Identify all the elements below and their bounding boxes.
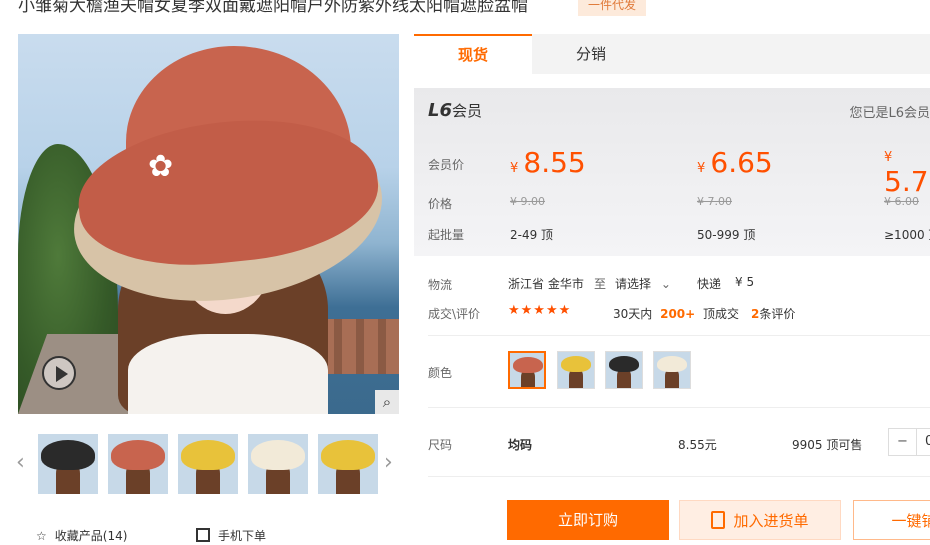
price-tier-2: ¥ 6.65 ¥ 7.00 50-999 顶 bbox=[697, 146, 773, 242]
thumb-prev-icon[interactable]: ‹ bbox=[16, 452, 25, 474]
thumbnail-3[interactable] bbox=[178, 434, 238, 494]
member-level: L6会员 bbox=[428, 100, 482, 121]
member-note: 您已是L6会员 bbox=[849, 106, 930, 121]
tier-member-price: 8.55 bbox=[523, 146, 586, 179]
swatch-hat bbox=[561, 356, 591, 372]
size-value: 均码 bbox=[508, 438, 533, 452]
divider bbox=[428, 476, 930, 477]
image-shirt bbox=[128, 334, 328, 414]
sales-summary: 30天内 200+ 顶成交 bbox=[613, 305, 739, 322]
main-product-image[interactable]: ✿ ⌕ bbox=[18, 34, 399, 414]
color-swatch-4[interactable] bbox=[653, 351, 691, 389]
clipboard-icon bbox=[711, 511, 726, 529]
quantity-stepper[interactable]: − 0 bbox=[888, 428, 930, 456]
thumbnail-hat bbox=[251, 440, 305, 470]
one-click-label: 一键铺 bbox=[891, 512, 930, 530]
thumbnail-hat bbox=[181, 440, 235, 470]
thumbnail-5[interactable] bbox=[318, 434, 378, 494]
thumbnail-hat bbox=[321, 440, 375, 470]
thumbnail-hat bbox=[111, 440, 165, 470]
divider bbox=[428, 407, 930, 408]
tab-distribution[interactable]: 分销 bbox=[532, 34, 650, 74]
color-swatch-1[interactable] bbox=[508, 351, 546, 389]
add-to-cart-label: 加入进货单 bbox=[733, 512, 809, 530]
size-label: 尺码 bbox=[428, 438, 453, 452]
currency-symbol: ¥ bbox=[510, 161, 519, 176]
thumbnail-strip bbox=[38, 434, 378, 494]
swatch-hat bbox=[657, 356, 687, 372]
color-swatch-3[interactable] bbox=[605, 351, 643, 389]
thumb-next-icon[interactable]: › bbox=[384, 452, 393, 474]
currency-symbol: ¥ bbox=[697, 161, 706, 176]
buy-now-button[interactable]: 立即订购 bbox=[507, 500, 669, 540]
review-suffix: 条评价 bbox=[759, 307, 796, 321]
rating-stars: ★★★★★ bbox=[508, 303, 572, 318]
quantity-input[interactable]: 0 bbox=[925, 429, 930, 455]
sales-count: 200+ bbox=[660, 307, 696, 321]
color-swatch-2[interactable] bbox=[557, 351, 595, 389]
daisy-icon: ✿ bbox=[148, 149, 174, 184]
member-price-label: 会员价 bbox=[428, 158, 465, 172]
swatch-hat bbox=[609, 356, 639, 372]
play-icon[interactable] bbox=[42, 356, 76, 390]
logistics-to: 至 bbox=[594, 277, 607, 291]
review-link[interactable]: 2条评价 bbox=[751, 305, 795, 322]
star-outline-icon: ☆ bbox=[36, 529, 47, 543]
dropship-tag: 一件代发 bbox=[578, 0, 646, 16]
member-level-suffix: 会员 bbox=[452, 102, 483, 120]
stock-available: 9905 顶可售 bbox=[792, 438, 863, 452]
favorite-link[interactable]: ☆ 收藏产品(14) bbox=[36, 527, 127, 544]
chevron-down-icon: ⌄ bbox=[660, 277, 671, 291]
currency-symbol: ¥ bbox=[884, 150, 893, 165]
thumbnail-2[interactable] bbox=[108, 434, 168, 494]
reviews-label: 成交\评价 bbox=[428, 307, 481, 321]
sales-suffix: 顶成交 bbox=[703, 307, 740, 321]
tier-original-price: ¥ 9.00 bbox=[510, 195, 545, 208]
favorite-label: 收藏产品(14) bbox=[54, 529, 128, 543]
thumbnail-4[interactable] bbox=[248, 434, 308, 494]
price-label: 价格 bbox=[428, 197, 453, 211]
logistics-label: 物流 bbox=[428, 278, 453, 292]
add-to-cart-button[interactable]: 加入进货单 bbox=[679, 500, 841, 540]
tier-quantity: 50-999 顶 bbox=[697, 228, 756, 242]
tier-original-price: ¥ 7.00 bbox=[697, 195, 732, 208]
min-qty-label: 起批量 bbox=[428, 228, 465, 242]
tier-quantity: 2-49 顶 bbox=[510, 228, 554, 242]
minus-button[interactable]: − bbox=[889, 429, 917, 455]
destination-select-value: 请选择 bbox=[615, 277, 652, 291]
logistics-origin: 浙江省 金华市 bbox=[508, 277, 584, 291]
member-level-code: L6 bbox=[428, 100, 452, 121]
size-price: 8.55元 bbox=[678, 438, 717, 452]
thumbnail-1[interactable] bbox=[38, 434, 98, 494]
color-label: 颜色 bbox=[428, 366, 453, 380]
price-tier-1: ¥ 8.55 ¥ 9.00 2-49 顶 bbox=[510, 146, 586, 242]
swatch-hat bbox=[513, 357, 543, 373]
product-title: 小雏菊大檐渔夫帽女夏季双面戴遮阳帽户外防紫外线太阳帽遮脸盆帽 bbox=[18, 0, 528, 16]
shipping-method: 快递 bbox=[697, 277, 722, 291]
tier-member-price: 5.7 bbox=[884, 165, 929, 198]
qr-code-icon bbox=[196, 528, 210, 542]
sales-period: 30天内 bbox=[613, 307, 653, 321]
thumbnail-hat bbox=[41, 440, 95, 470]
price-tier-3: ¥ 5.7 ¥ 6.00 ≥1000 顶 bbox=[884, 146, 930, 246]
one-click-button[interactable]: 一键铺 bbox=[853, 500, 930, 540]
mobile-order-link[interactable]: 手机下单 bbox=[196, 527, 266, 544]
price-box: L6会员 您已是L6会员 会员价 价格 起批量 ¥ 8.55 ¥ 9.00 2-… bbox=[414, 88, 930, 256]
tier-original-price: ¥ 6.00 bbox=[884, 195, 919, 208]
tier-quantity: ≥1000 顶 bbox=[884, 228, 930, 242]
magnifier-icon[interactable]: ⌕ bbox=[375, 390, 399, 414]
divider bbox=[428, 335, 930, 336]
destination-select[interactable]: 请选择 ⌄ bbox=[615, 275, 671, 292]
tier-member-price: 6.65 bbox=[710, 146, 773, 179]
shipping-fee: ¥ 5 bbox=[735, 275, 755, 289]
mobile-order-label: 手机下单 bbox=[218, 529, 267, 543]
purchase-tabs: 现货 分销 bbox=[414, 34, 930, 74]
tab-in-stock[interactable]: 现货 bbox=[414, 34, 532, 74]
